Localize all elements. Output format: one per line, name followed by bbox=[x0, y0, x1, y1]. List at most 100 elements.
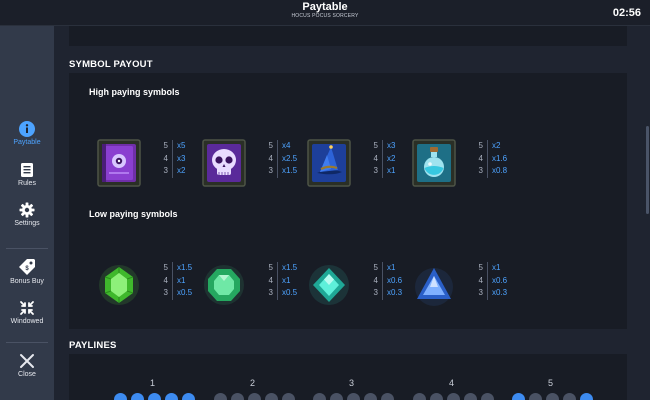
sidebar-divider bbox=[6, 248, 48, 249]
skull-symbol bbox=[202, 139, 246, 187]
count-3: 3 bbox=[478, 166, 483, 175]
clock: 02:56 bbox=[612, 7, 641, 19]
payline-dot bbox=[265, 393, 278, 400]
count-3: 3 bbox=[478, 288, 483, 297]
skull-icon bbox=[202, 139, 246, 187]
count-5: 5 bbox=[163, 141, 168, 150]
count-3: 3 bbox=[373, 288, 378, 297]
count-5: 5 bbox=[478, 263, 483, 272]
sidebar-item-label: Settings bbox=[14, 220, 40, 227]
count-4: 4 bbox=[268, 153, 273, 163]
emerald-gem-payouts: 5 4 3 x1.5 x1 x0.5 bbox=[263, 262, 297, 300]
multiplier-5: x1.5 bbox=[282, 263, 298, 272]
count-5: 5 bbox=[268, 263, 273, 272]
top-bar: Paytable HOCUS POCUS SORCERY 02:56 bbox=[0, 0, 650, 26]
count-4: 4 bbox=[373, 275, 378, 285]
teal-gem-payouts: 5 4 3 x1 x0.6 x0.3 bbox=[368, 262, 402, 300]
count-4: 4 bbox=[373, 153, 378, 163]
multiplier-3: x1.5 bbox=[282, 166, 298, 175]
sidebar-item-paytable[interactable]: Paytable bbox=[0, 121, 54, 146]
multiplier-3: x1 bbox=[387, 166, 396, 175]
low-paying-title: Low paying symbols bbox=[89, 209, 178, 219]
sidebar-divider bbox=[6, 342, 48, 343]
multiplier-5: x1.5 bbox=[177, 263, 193, 272]
count-4: 4 bbox=[478, 275, 483, 285]
green-gem-icon bbox=[99, 265, 139, 305]
multiplier-5: x3 bbox=[387, 141, 396, 150]
count-4: 4 bbox=[163, 153, 168, 163]
spellbook-payouts: 5 4 3 x5 x3 x2 bbox=[158, 140, 185, 178]
payline-dot bbox=[563, 393, 576, 400]
collapse-arrows-icon bbox=[20, 301, 34, 315]
count-3: 3 bbox=[163, 288, 168, 297]
document-icon bbox=[21, 163, 33, 177]
sidebar-item-settings[interactable]: Settings bbox=[0, 202, 54, 227]
scrollbar-thumb[interactable] bbox=[646, 126, 649, 214]
multiplier-3: x0.5 bbox=[282, 288, 298, 297]
multiplier-5: x1 bbox=[387, 263, 396, 272]
payline-dot bbox=[413, 393, 426, 400]
high-paying-title: High paying symbols bbox=[89, 87, 180, 97]
wizard-hat-payouts: 5 4 3 x3 x2 x1 bbox=[368, 140, 395, 178]
teal-gem-symbol bbox=[307, 263, 351, 307]
payline-dot bbox=[580, 393, 593, 400]
payline-dot bbox=[182, 393, 195, 400]
count-5: 5 bbox=[373, 141, 378, 150]
gear-icon bbox=[19, 202, 35, 218]
section-title-paylines: PAYLINES bbox=[69, 340, 117, 351]
payline-dot bbox=[131, 393, 144, 400]
payline-number: 3 bbox=[349, 378, 355, 388]
count-5: 5 bbox=[478, 141, 483, 150]
skull-payouts: 5 4 3 x4 x2.5 x1.5 bbox=[263, 140, 297, 178]
payline-dot bbox=[148, 393, 161, 400]
sidebar-item-close[interactable]: Close bbox=[0, 353, 54, 378]
multiplier-4: x1.6 bbox=[492, 153, 508, 163]
emerald-gem-symbol bbox=[202, 263, 246, 307]
sidebar-item-label: Bonus Buy bbox=[10, 278, 44, 285]
scrollbar[interactable] bbox=[645, 26, 650, 400]
paytable-content[interactable]: SYMBOL PAYOUT High paying symbols Low pa… bbox=[54, 26, 650, 400]
count-3: 3 bbox=[373, 166, 378, 175]
payline-dot bbox=[114, 393, 127, 400]
spellbook-symbol bbox=[97, 139, 141, 187]
teal-gem-icon bbox=[309, 265, 349, 305]
multiplier-4: x2 bbox=[387, 153, 396, 163]
payline-dot bbox=[248, 393, 261, 400]
potion-payouts: 5 4 3 x2 x1.6 x0.8 bbox=[473, 140, 507, 178]
blue-triangle-gem-symbol bbox=[412, 263, 456, 307]
info-icon bbox=[19, 121, 35, 137]
multiplier-4: x3 bbox=[177, 153, 186, 163]
sidebar-item-label: Rules bbox=[18, 180, 36, 187]
multiplier-5: x5 bbox=[177, 141, 186, 150]
payline-dot bbox=[330, 393, 343, 400]
payline-dot bbox=[165, 393, 178, 400]
close-icon bbox=[20, 354, 34, 368]
multiplier-3: x0.5 bbox=[177, 288, 193, 297]
count-4: 4 bbox=[478, 153, 483, 163]
multiplier-4: x0.6 bbox=[387, 275, 403, 285]
sidebar-item-rules[interactable]: Rules bbox=[0, 162, 54, 187]
sidebar-item-label: Close bbox=[18, 371, 36, 378]
potion-icon bbox=[412, 139, 456, 187]
tag-icon: $ bbox=[19, 259, 35, 275]
emerald-gem-icon bbox=[204, 265, 244, 305]
count-3: 3 bbox=[163, 166, 168, 175]
sidebar-item-windowed[interactable]: Windowed bbox=[0, 300, 54, 325]
blue-triangle-gem-icon bbox=[415, 268, 453, 306]
spellbook-icon bbox=[97, 139, 141, 187]
payline-dot bbox=[364, 393, 377, 400]
multiplier-3: x0.8 bbox=[492, 166, 508, 175]
payline-dot bbox=[481, 393, 494, 400]
blue-triangle-gem-payouts: 5 4 3 x1 x0.6 x0.3 bbox=[473, 262, 507, 300]
payline-dot bbox=[447, 393, 460, 400]
count-5: 5 bbox=[268, 141, 273, 150]
sidebar-item-label: Paytable bbox=[13, 139, 41, 146]
sidebar-item-bonus-buy[interactable]: $ Bonus Buy bbox=[0, 258, 54, 285]
payline-dot bbox=[546, 393, 559, 400]
wizard-hat-symbol bbox=[307, 139, 351, 187]
multiplier-4: x1 bbox=[282, 275, 291, 285]
multiplier-3: x0.3 bbox=[492, 288, 508, 297]
count-4: 4 bbox=[163, 275, 168, 285]
payline-dot bbox=[512, 393, 525, 400]
payline-dot bbox=[313, 393, 326, 400]
